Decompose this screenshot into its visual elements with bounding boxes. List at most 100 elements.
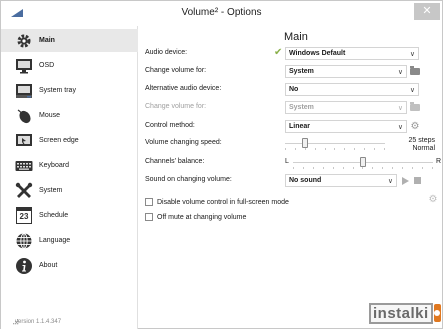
sound-on-change-label: Sound on changing volume: [145,176,232,183]
sidebar-item-label: System tray [39,87,76,94]
volume-speed-slider-thumb[interactable] [302,138,308,148]
gear-icon: ⚙ [410,120,420,132]
disable-fullscreen-checkbox[interactable] [145,198,153,206]
alt-change-volume-for-value: System [289,104,314,111]
control-method-value: Linear [289,123,311,130]
sound-on-change-row: Sound on changing volume: No sound ∨ [145,174,439,188]
sidebar-item-label: Mouse [39,112,61,119]
change-volume-for-value: System [289,68,314,75]
watermark-text: instalki [369,302,433,324]
chevron-down-icon: ∨ [409,87,415,94]
volume-speed-track [285,143,385,144]
balance-ticks [293,167,433,169]
chevron-down-icon: ∨ [397,124,403,131]
control-method-label: Control method: [145,122,195,129]
page-title: Main [284,31,308,43]
info-icon [15,257,33,275]
sidebar-item-label: System [39,187,63,194]
alt-change-volume-for-row: Change volume for: System ∨ [145,101,439,115]
chevron-down-icon: ∨ [409,51,415,58]
stop-icon [413,177,421,184]
off-mute-checkbox[interactable] [145,213,153,221]
alt-change-volume-for-select: System ∨ [285,101,407,114]
sidebar-item-osd[interactable]: OSD [1,54,138,77]
sidebar-item-label: Keyboard [39,162,69,169]
volume-speed-row: Volume changing speed: 25 steps Normal [145,137,439,155]
globe-icon [15,232,33,250]
chevron-down-icon: ∨ [397,69,403,76]
sidebar-item-label: OSD [39,62,55,69]
close-button[interactable]: ✕ [414,3,440,20]
window-title: Volume² - Options [181,7,262,18]
play-icon [401,176,409,185]
sidebar-item-language[interactable]: Language [1,229,138,252]
sidebar-item-mouse[interactable]: Mouse [1,104,138,127]
sidebar-item-keyboard[interactable]: Keyboard [1,154,138,177]
sidebar-item-label: Main [39,37,55,44]
folder-button[interactable] [409,66,421,77]
calendar-icon: 23 [15,207,33,225]
sidebar-item-about[interactable]: About [1,254,138,277]
balance-right-label: R [436,158,442,165]
alt-audio-device-row: Alternative audio device: No ∨ [145,83,439,97]
title-bar: Volume² - Options ✕ [1,1,442,26]
options-window: Volume² - Options ✕ Main OSD System tray [0,0,443,329]
sidebar-item-screen-edge[interactable]: Screen edge [1,129,138,152]
disable-fullscreen-label: Disable volume control in full-screen mo… [157,198,289,206]
balance-left-label: L [285,158,289,165]
audio-device-value: Windows Default [289,50,346,57]
alt-change-volume-for-label: Change volume for: [145,103,207,110]
tools-icon [15,182,33,200]
screen-edge-icon [15,132,33,150]
sidebar-item-label: About [39,262,58,269]
volume-speed-steps: 25 steps [408,137,435,144]
folder-button-disabled [409,102,421,113]
sidebar: Main OSD System tray Mouse Screen edge K… [1,26,138,329]
folder-icon [410,66,420,75]
audio-device-row: Audio device: ✔ Windows Default ∨ [145,47,439,61]
change-volume-for-select[interactable]: System ∨ [285,65,407,78]
watermark-logo: instalki [369,301,441,325]
off-mute-label: Off mute at changing volume [157,213,247,221]
control-method-settings-button[interactable]: ⚙ [409,121,421,132]
keyboard-icon [15,157,33,175]
balance-slider-thumb[interactable] [360,157,366,167]
change-volume-for-row: Change volume for: System ∨ [145,65,439,79]
volume-speed-value: 25 steps Normal [409,137,435,153]
sidebar-item-system[interactable]: System [1,179,138,202]
audio-device-label: Audio device: [145,49,188,56]
change-volume-for-label: Change volume for: [145,67,207,74]
channels-balance-row: Channels' balance: L R [145,156,442,172]
sound-on-change-value: No sound [289,177,322,184]
watermark-badge-icon [433,304,441,322]
sound-on-change-select[interactable]: No sound ∨ [285,174,397,187]
volume-speed-ticks [285,148,385,150]
audio-device-select[interactable]: Windows Default ∨ [285,47,419,60]
gear-icon [15,32,33,50]
folder-icon [410,102,420,111]
channels-balance-label: Channels' balance: [145,158,205,165]
gear-icon: ⚙ [428,194,438,205]
chevron-down-icon: ∨ [397,105,403,112]
main-panel: Main Audio device: ✔ Windows Default ∨ C… [139,26,443,329]
sidebar-item-label: Language [39,237,71,244]
fullscreen-settings-button[interactable]: ⚙ [427,194,439,206]
sidebar-item-label: Screen edge [39,137,79,144]
version-label: version 1.1.4.347 [15,319,62,325]
play-sound-button[interactable] [399,175,411,186]
mouse-icon [15,107,33,125]
disable-fullscreen-row[interactable]: Disable volume control in full-screen mo… [145,196,289,208]
monitor-icon [15,57,33,75]
checkmark-icon: ✔ [274,47,283,58]
alt-audio-device-select[interactable]: No ∨ [285,83,419,96]
stop-sound-button[interactable] [411,175,423,186]
calendar-day: 23 [16,207,32,224]
control-method-select[interactable]: Linear ∨ [285,120,407,133]
sidebar-item-label: Schedule [39,212,69,219]
alt-audio-device-value: No [289,86,299,93]
sidebar-item-schedule[interactable]: 23 Schedule [1,204,138,227]
sidebar-item-main[interactable]: Main [1,29,138,52]
sidebar-item-system-tray[interactable]: System tray [1,79,138,102]
off-mute-row[interactable]: Off mute at changing volume [145,211,246,223]
control-method-row: Control method: Linear ∨ ⚙ [145,120,439,134]
